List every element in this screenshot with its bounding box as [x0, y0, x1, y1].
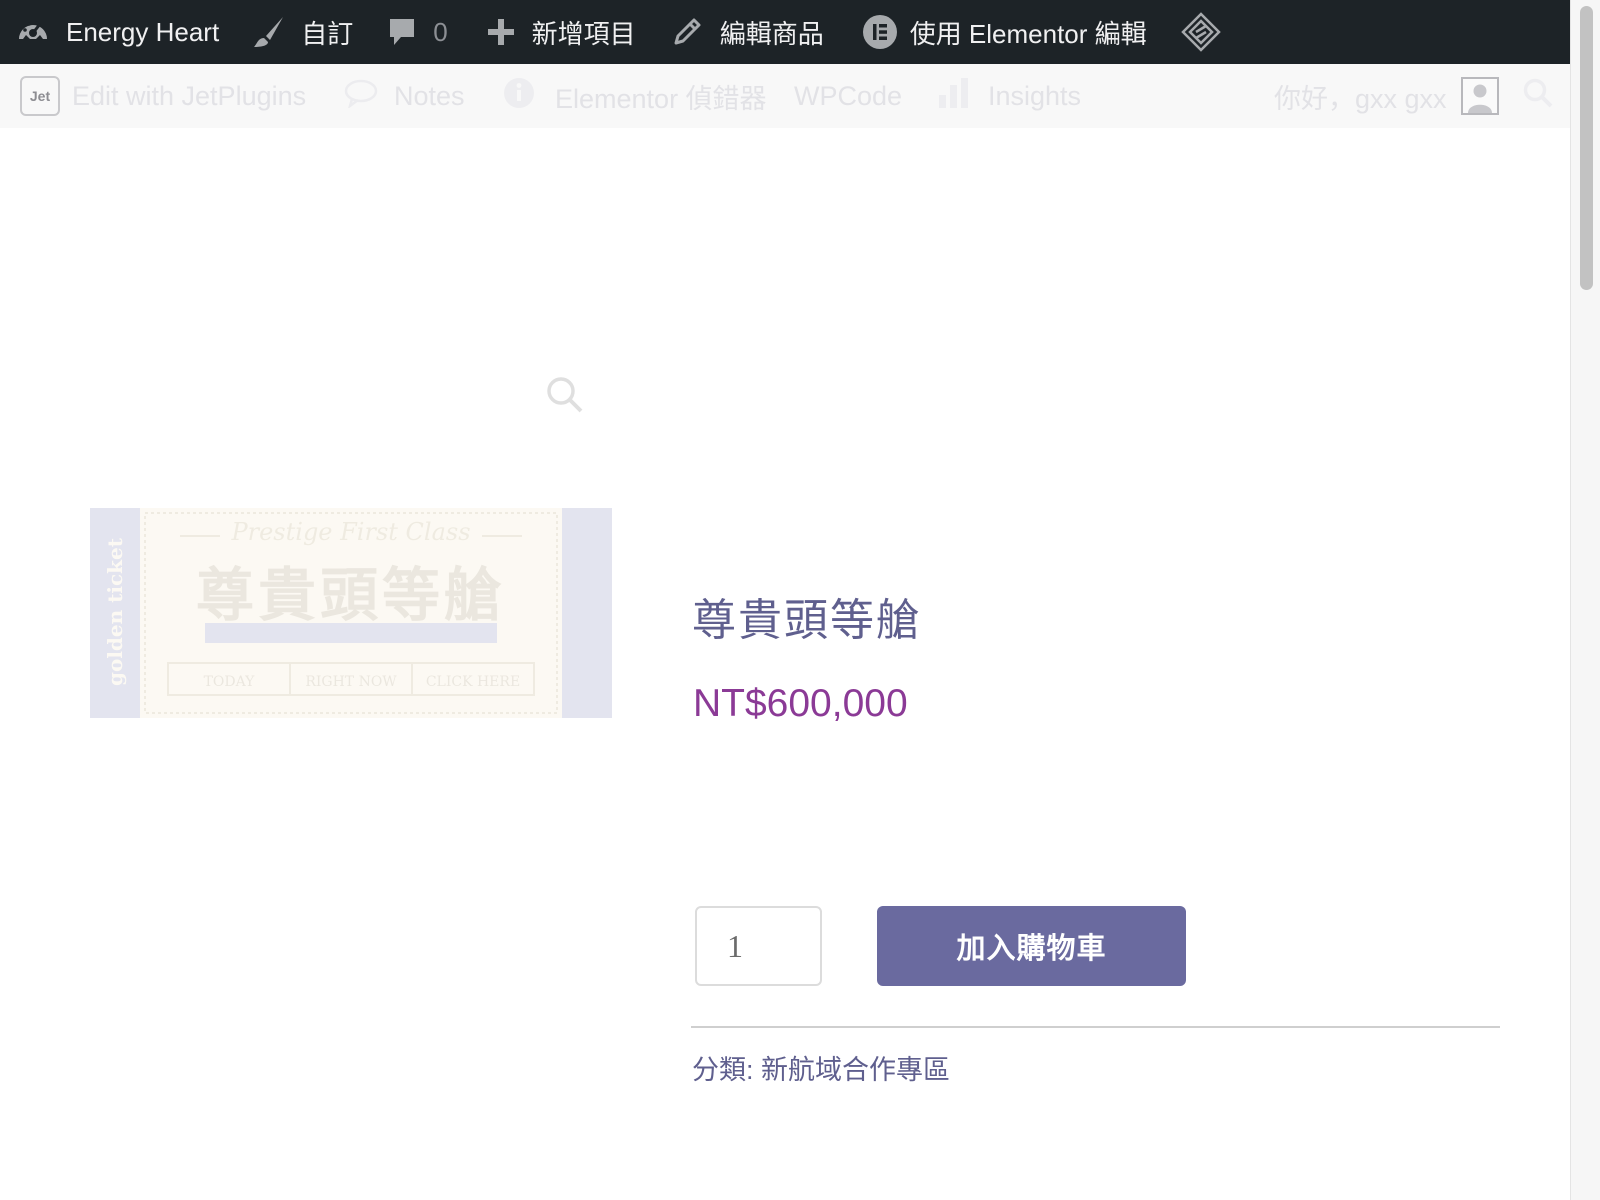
- divider: [691, 1026, 1500, 1028]
- comments-count: 0: [433, 16, 448, 47]
- my-account-link[interactable]: 你好，gxx gxx: [1274, 64, 1499, 128]
- search-icon: [1522, 77, 1554, 116]
- plus-icon: [486, 17, 516, 47]
- insights-link[interactable]: Insights: [938, 64, 1081, 128]
- bar-chart-icon: [938, 77, 970, 116]
- edit-product-link[interactable]: 編輯商品: [672, 0, 824, 64]
- ticket-main-text: 尊貴頭等艙: [195, 561, 506, 629]
- customize-label: 自訂: [301, 18, 354, 49]
- site-name-link[interactable]: Energy Heart: [16, 0, 219, 64]
- comment-icon: [387, 16, 417, 48]
- notes-label: Notes: [394, 80, 465, 111]
- wpcode-link[interactable]: WPCode: [794, 64, 902, 128]
- site-name: Energy Heart: [66, 16, 220, 47]
- ticket-script-text: Prestige First Class: [231, 518, 471, 546]
- insights-label: Insights: [988, 80, 1082, 111]
- dashboard-icon: [16, 15, 50, 49]
- greeting-label: 你好，gxx gxx: [1274, 83, 1447, 114]
- category-label: 分類:: [692, 1055, 754, 1085]
- scrollbar-thumb[interactable]: [1580, 6, 1593, 290]
- product-image[interactable]: Prestige First Class 尊貴頭等艙 golden ticket…: [90, 508, 612, 718]
- product-category: 分類: 新航域合作專區: [692, 1048, 950, 1087]
- customize-link[interactable]: 自訂: [251, 0, 353, 64]
- elementor-edit-label: 使用 Elementor 編輯: [909, 18, 1147, 49]
- admin-bar-secondary: Jet Edit with JetPlugins Notes Elementor…: [0, 64, 1570, 128]
- elementor-debugger-link[interactable]: Elementor 偵錯器: [503, 64, 767, 128]
- quantity-input[interactable]: [695, 906, 822, 986]
- elementor-edit-link[interactable]: 使用 Elementor 編輯: [862, 0, 1147, 64]
- extra-plugin-link[interactable]: [1180, 0, 1221, 64]
- notes-link[interactable]: Notes: [344, 64, 465, 128]
- admin-bar: Energy Heart 自訂 0 新增項目 編輯商品 使用 Elementor…: [0, 0, 1570, 64]
- jet-icon: Jet: [20, 76, 60, 116]
- ticket-cell: RIGHT NOW: [305, 674, 397, 690]
- edit-product-label: 編輯商品: [719, 18, 824, 49]
- ticket-cells: TODAY RIGHT NOW CLICK HERE: [168, 663, 534, 695]
- zoom-icon[interactable]: [545, 375, 585, 415]
- ticket-cell: CLICK HERE: [425, 674, 521, 690]
- page-scrollbar[interactable]: [1570, 0, 1600, 1200]
- avatar-icon: [1460, 77, 1499, 115]
- add-to-cart-button[interactable]: 加入購物車: [877, 906, 1186, 986]
- comments-link[interactable]: 0: [387, 0, 448, 64]
- page: Energy Heart 自訂 0 新增項目 編輯商品 使用 Elementor…: [0, 0, 1600, 1200]
- wpcode-label: WPCode: [794, 80, 903, 111]
- pencil-icon: [672, 17, 702, 47]
- ticket-side-text: golden ticket: [103, 538, 127, 686]
- ticket-cell: TODAY: [203, 674, 255, 690]
- product-title: 尊貴頭等艙: [692, 596, 922, 645]
- edit-jetplugins-label: Edit with JetPlugins: [72, 80, 307, 111]
- brush-icon: [251, 14, 287, 50]
- elementor-icon: [862, 14, 898, 50]
- chat-icon: [344, 78, 378, 115]
- new-item-label: 新增項目: [531, 18, 636, 49]
- info-icon: [503, 77, 535, 116]
- product-price: NT$600,000: [693, 682, 908, 725]
- new-item-link[interactable]: 新增項目: [486, 0, 636, 64]
- elementor-debugger-label: Elementor 偵錯器: [555, 83, 767, 114]
- jet-logo-text: Jet: [29, 88, 51, 104]
- category-link[interactable]: 新航域合作專區: [761, 1055, 950, 1085]
- adminbar-search[interactable]: [1522, 64, 1554, 128]
- jet-plugins-link[interactable]: Jet Edit with JetPlugins: [20, 64, 306, 128]
- diamond-icon: [1180, 12, 1221, 52]
